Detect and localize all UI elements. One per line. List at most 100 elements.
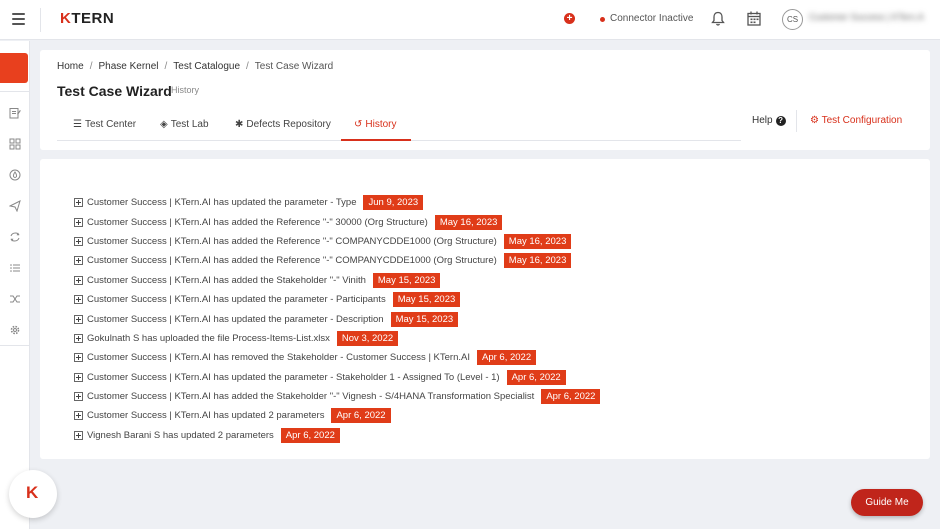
divider [40, 8, 41, 32]
plus-circle-icon[interactable]: + [564, 13, 575, 24]
tab-history[interactable]: ↺ History [354, 119, 397, 130]
expand-plus-icon[interactable] [74, 217, 83, 227]
sidebar-item-active[interactable] [0, 53, 28, 83]
history-text: Customer Success | KTern.AI has added th… [87, 274, 366, 286]
history-item: Vignesh Barani S has updated 2 parameter… [74, 426, 600, 445]
grid-icon[interactable] [9, 138, 21, 150]
date-badge: May 15, 2023 [390, 311, 459, 327]
history-item: Customer Success | KTern.AI has updated … [74, 368, 600, 387]
date-badge: Apr 6, 2022 [476, 350, 537, 366]
avatar[interactable]: CS [782, 9, 803, 30]
tab-defects-repository[interactable]: ✱ Defects Repository [235, 119, 331, 130]
help-button[interactable]: Help? [752, 115, 786, 126]
history-icon: ↺ [354, 119, 363, 130]
bug-icon: ✱ [235, 119, 244, 130]
calendar-icon[interactable] [747, 11, 761, 26]
expand-plus-icon[interactable] [74, 411, 83, 421]
expand-plus-icon[interactable] [74, 372, 83, 382]
tab-test-lab[interactable]: ◈ Test Lab [160, 119, 209, 130]
connector-status[interactable]: Connector Inactive [610, 13, 693, 24]
history-list: Customer Success | KTern.AI has updated … [74, 193, 601, 445]
date-badge: May 15, 2023 [372, 272, 441, 288]
history-item: Customer Success | KTern.AI has added th… [74, 271, 600, 290]
history-item: Customer Success | KTern.AI has updated … [74, 290, 600, 309]
breadcrumb-test-catalogue[interactable]: Test Catalogue [173, 61, 240, 72]
history-text: Customer Success | KTern.AI has updated … [87, 197, 357, 209]
history-item: Gokulnath S has uploaded the file Proces… [74, 329, 600, 348]
history-text: Customer Success | KTern.AI has added th… [87, 235, 497, 247]
send-icon[interactable] [9, 200, 21, 212]
history-text: Gokulnath S has uploaded the file Proces… [87, 332, 330, 344]
history-item: Customer Success | KTern.AI has added th… [74, 232, 600, 251]
date-badge: May 16, 2023 [434, 214, 503, 230]
history-text: Customer Success | KTern.AI has removed … [87, 352, 470, 364]
date-badge: Jun 9, 2023 [363, 195, 424, 211]
date-badge: May 15, 2023 [392, 292, 461, 308]
expand-plus-icon[interactable] [74, 256, 83, 266]
ktern-assistant-button[interactable]: K [9, 470, 57, 518]
date-badge: Nov 3, 2022 [336, 330, 399, 346]
list-icon[interactable] [9, 262, 21, 274]
divider [796, 110, 797, 132]
ktern-logo-icon: K [26, 483, 39, 502]
top-bar: KTERN + Connector Inactive CS Customer S… [0, 0, 940, 40]
active-tab-indicator [341, 139, 411, 141]
page-header-card: Home / Phase Kernel / Test Catalogue / Test Ca… [40, 50, 930, 150]
breadcrumb: Home / Phase Kernel / Test Catalogue / Test Ca… [57, 61, 334, 72]
expand-plus-icon[interactable] [74, 392, 83, 402]
divider [0, 91, 30, 92]
divider [0, 345, 30, 346]
question-icon: ? [775, 116, 786, 126]
expand-plus-icon[interactable] [74, 314, 83, 324]
expand-plus-icon[interactable] [74, 275, 83, 285]
status-dot-icon [600, 17, 605, 22]
page-subtitle: History [171, 85, 200, 95]
sync-icon[interactable] [9, 231, 21, 243]
breadcrumb-phase-kernel[interactable]: Phase Kernel [98, 61, 158, 72]
history-text: Customer Success | KTern.AI has updated … [87, 313, 384, 325]
history-item: Customer Success | KTern.AI has added th… [74, 251, 600, 270]
history-text: Customer Success | KTern.AI has added th… [87, 216, 428, 228]
date-badge: Apr 6, 2022 [331, 408, 391, 424]
cube-icon: ◈ [160, 119, 168, 130]
history-item: Customer Success | KTern.AI has updated … [74, 193, 600, 212]
history-text: Customer Success | KTern.AI has added th… [87, 255, 497, 267]
history-text: Customer Success | KTern.AI has updated … [87, 371, 500, 383]
breadcrumb-home[interactable]: Home [57, 61, 84, 72]
list-icon: ☰ [73, 119, 82, 130]
date-badge: May 16, 2023 [503, 233, 572, 249]
expand-plus-icon[interactable] [74, 353, 83, 363]
bell-icon[interactable] [711, 11, 725, 27]
date-badge: May 16, 2023 [503, 253, 572, 269]
edit-document-icon[interactable] [9, 107, 21, 119]
menu-icon[interactable] [12, 13, 25, 25]
expand-plus-icon[interactable] [74, 198, 83, 208]
date-badge: Apr 6, 2022 [280, 427, 340, 443]
date-badge: Apr 6, 2022 [541, 389, 601, 405]
date-badge: Apr 6, 2022 [506, 369, 566, 385]
history-text: Customer Success | KTern.AI has updated … [87, 410, 325, 422]
breadcrumb-current: Test Case Wizard [254, 61, 334, 72]
gear-icon: ⚙ [810, 115, 822, 126]
page-title: Test Case Wizard [57, 83, 172, 99]
history-item: Customer Success | KTern.AI has added th… [74, 212, 600, 231]
expand-plus-icon[interactable] [74, 333, 83, 343]
left-sidebar [0, 41, 30, 529]
shuffle-icon[interactable] [9, 293, 21, 305]
gear-icon[interactable] [9, 324, 21, 336]
expand-plus-icon[interactable] [74, 295, 83, 305]
history-text: Customer Success | KTern.AI has updated … [87, 294, 386, 306]
history-item: Customer Success | KTern.AI has updated … [74, 406, 600, 425]
expand-plus-icon[interactable] [74, 236, 83, 246]
history-text: Vignesh Barani S has updated 2 parameter… [87, 429, 274, 441]
history-item: Customer Success | KTern.AI has added th… [74, 387, 601, 406]
tab-test-center[interactable]: ☰ Test Center [73, 119, 136, 130]
expand-plus-icon[interactable] [74, 430, 83, 440]
history-text: Customer Success | KTern.AI has added th… [87, 391, 535, 403]
guide-me-button[interactable]: Guide Me [851, 489, 923, 516]
drop-icon[interactable] [9, 169, 21, 181]
test-configuration-button[interactable]: ⚙ Test Configuration [810, 115, 902, 126]
ktern-logo[interactable]: KTERN [60, 10, 114, 27]
user-name[interactable]: Customer Success | KTern.AI [809, 12, 924, 26]
history-item: Customer Success | KTern.AI has updated … [74, 309, 600, 328]
